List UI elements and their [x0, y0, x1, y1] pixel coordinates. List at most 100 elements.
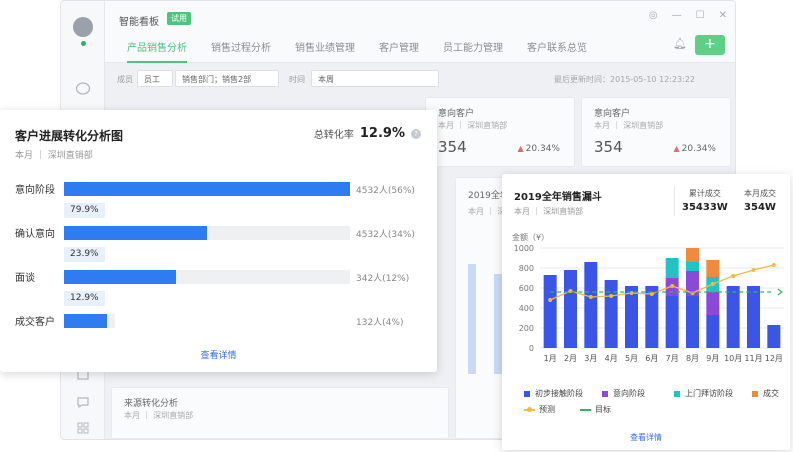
- chart-bar: [686, 296, 699, 348]
- tab-item[interactable]: 客户联系总览: [527, 39, 587, 63]
- kpi-card[interactable]: 意向客户 本月 ｜ 深圳直销部 354 ▲ 20.34%: [581, 97, 731, 167]
- funnel-bar[interactable]: [64, 226, 207, 240]
- chart-bar: [564, 270, 577, 348]
- chart-bar: [706, 315, 720, 348]
- target-arrow-icon: [777, 288, 783, 296]
- y-tick-label: 600: [519, 284, 534, 293]
- forecast-point: [588, 295, 593, 299]
- kpi-sub: 本月 ｜ 深圳直销部: [438, 121, 508, 130]
- legend-item[interactable]: 初步接触阶段: [524, 388, 583, 399]
- y-tick-label: 0: [529, 344, 534, 353]
- y-tick-label: 400: [519, 304, 534, 313]
- forecast-point: [710, 282, 715, 286]
- funnel-stage-label: 面谈: [15, 273, 35, 284]
- cumulative-deals: 累计成交 35433W: [682, 188, 728, 213]
- window-controls: ◎ — ☐ ✕: [649, 10, 727, 21]
- legend-item[interactable]: 成交: [752, 388, 779, 399]
- settings-icon[interactable]: ◎: [649, 10, 658, 21]
- chart-bar: [686, 248, 699, 262]
- monthly-deals: 本月成交 354W: [744, 188, 776, 213]
- funnel-bar-track: [64, 182, 350, 196]
- message-icon[interactable]: [74, 395, 92, 413]
- close-icon[interactable]: ✕: [719, 10, 727, 21]
- arrow-up-icon: ▲: [673, 144, 680, 153]
- y-tick-label: 200: [519, 324, 534, 333]
- legend-item[interactable]: 上门拜访阶段: [674, 388, 733, 399]
- total-conversion: 总转化率 12.9% ?: [314, 126, 421, 141]
- legend-item[interactable]: 目标: [580, 404, 611, 415]
- x-tick-label: 3月: [584, 354, 597, 363]
- tab-item[interactable]: 员工能力管理: [443, 39, 503, 63]
- chat-icon[interactable]: [74, 81, 92, 99]
- kpi-value: 354W: [744, 202, 776, 213]
- avatar[interactable]: [73, 17, 93, 37]
- funnel-bar-track: [64, 314, 116, 328]
- chart-bar: [604, 280, 618, 348]
- source-conversion-card[interactable]: 来源转化分析 本月 ｜ 深圳直销部: [111, 387, 449, 439]
- x-tick-label: 11月: [744, 354, 762, 363]
- legend-item[interactable]: 预测: [524, 404, 555, 415]
- kpi-change: ▲ 20.34%: [673, 144, 716, 154]
- total-conversion-value: 12.9%: [359, 126, 405, 141]
- legend-item[interactable]: 意向阶段: [602, 388, 645, 399]
- funnel-stage-count: 4532人(34%): [356, 230, 415, 240]
- total-conversion-label: 总转化率: [313, 130, 354, 141]
- forecast-point: [670, 284, 675, 288]
- y-axis-label: 金额（¥）: [512, 233, 550, 242]
- app-title: 智能看板: [119, 17, 159, 28]
- chart-bar: [747, 286, 760, 348]
- online-status-dot: [81, 41, 86, 46]
- chart-bar: [543, 275, 557, 348]
- funnel-bar-track: [64, 270, 350, 284]
- chart-bar: [625, 286, 638, 348]
- x-tick-label: 5月: [625, 354, 638, 363]
- tab-item[interactable]: 销售业绩管理: [295, 39, 355, 63]
- stage-conversion-rate: 12.9%: [64, 291, 105, 306]
- add-button[interactable]: +: [695, 35, 725, 55]
- forecast-point: [771, 263, 776, 267]
- tab-item[interactable]: 客户管理: [379, 39, 419, 63]
- kpi-card[interactable]: 意向客户 本月 ｜ 深圳直销部 354 ▲ 20.34%: [425, 97, 575, 167]
- stage-conversion-rate: 23.9%: [64, 247, 105, 262]
- member-select[interactable]: 员工: [137, 70, 173, 87]
- kpi-value: 354: [438, 138, 467, 156]
- view-details-link[interactable]: 查看详情: [502, 432, 790, 443]
- funnel-bar[interactable]: [64, 270, 176, 284]
- funnel-stage-count: 342人(12%): [356, 274, 410, 284]
- tab-item[interactable]: 产品销售分析: [127, 39, 187, 63]
- funnel-bar[interactable]: [64, 314, 107, 328]
- kpi-title: 意向客户: [594, 109, 631, 119]
- chart-bar: [706, 260, 720, 277]
- time-select[interactable]: 本周: [311, 70, 439, 87]
- x-tick-label: 9月: [706, 354, 719, 363]
- funnel-bar[interactable]: [64, 182, 350, 196]
- minimize-icon[interactable]: —: [672, 10, 682, 21]
- apps-icon[interactable]: [74, 421, 92, 439]
- dept-select[interactable]: 销售部门；销售2部: [175, 70, 279, 87]
- view-details-link[interactable]: 查看详情: [0, 348, 437, 361]
- y-tick-label: 800: [519, 264, 534, 273]
- chart-bar: [665, 258, 679, 278]
- y-tick-label: 1000: [514, 244, 534, 253]
- funnel-stage-count: 4532人(56%): [356, 186, 415, 196]
- forecast-point: [731, 274, 736, 278]
- x-tick-label: 1月: [544, 354, 557, 363]
- legend-label: 预测: [539, 405, 555, 414]
- legend-swatch: [602, 390, 608, 397]
- kpi-sub: 本月 ｜ 深圳直销部: [594, 121, 664, 130]
- forecast-line: [549, 264, 774, 301]
- sales-funnel-card: 0 200 400 600 800 1000 1月 2月 3月 4月 5月 6月 7月 8月 9月 10月 11…: [502, 174, 790, 450]
- app-header: 智能看板 试用 产品销售分析 销售过程分析 销售业绩管理 客户管理 员工能力管理 客户联系…: [105, 1, 735, 63]
- bell-icon[interactable]: 🔔︎: [673, 37, 687, 50]
- funnel-subtitle: 本月 ｜ 深圳直销部: [15, 151, 93, 161]
- maximize-icon[interactable]: ☐: [696, 10, 705, 21]
- tab-item[interactable]: 销售过程分析: [211, 39, 271, 63]
- chart-bar: [584, 262, 598, 348]
- kpi-divider: [674, 186, 675, 216]
- forecast-point: [609, 294, 614, 298]
- help-icon[interactable]: ?: [411, 128, 421, 139]
- stage-conversion-rate: 79.9%: [64, 203, 105, 218]
- chart-title: 2019全年销售漏斗: [514, 192, 602, 203]
- funnel-stage-label: 确认意向: [15, 229, 55, 240]
- chart-bar: [686, 262, 699, 271]
